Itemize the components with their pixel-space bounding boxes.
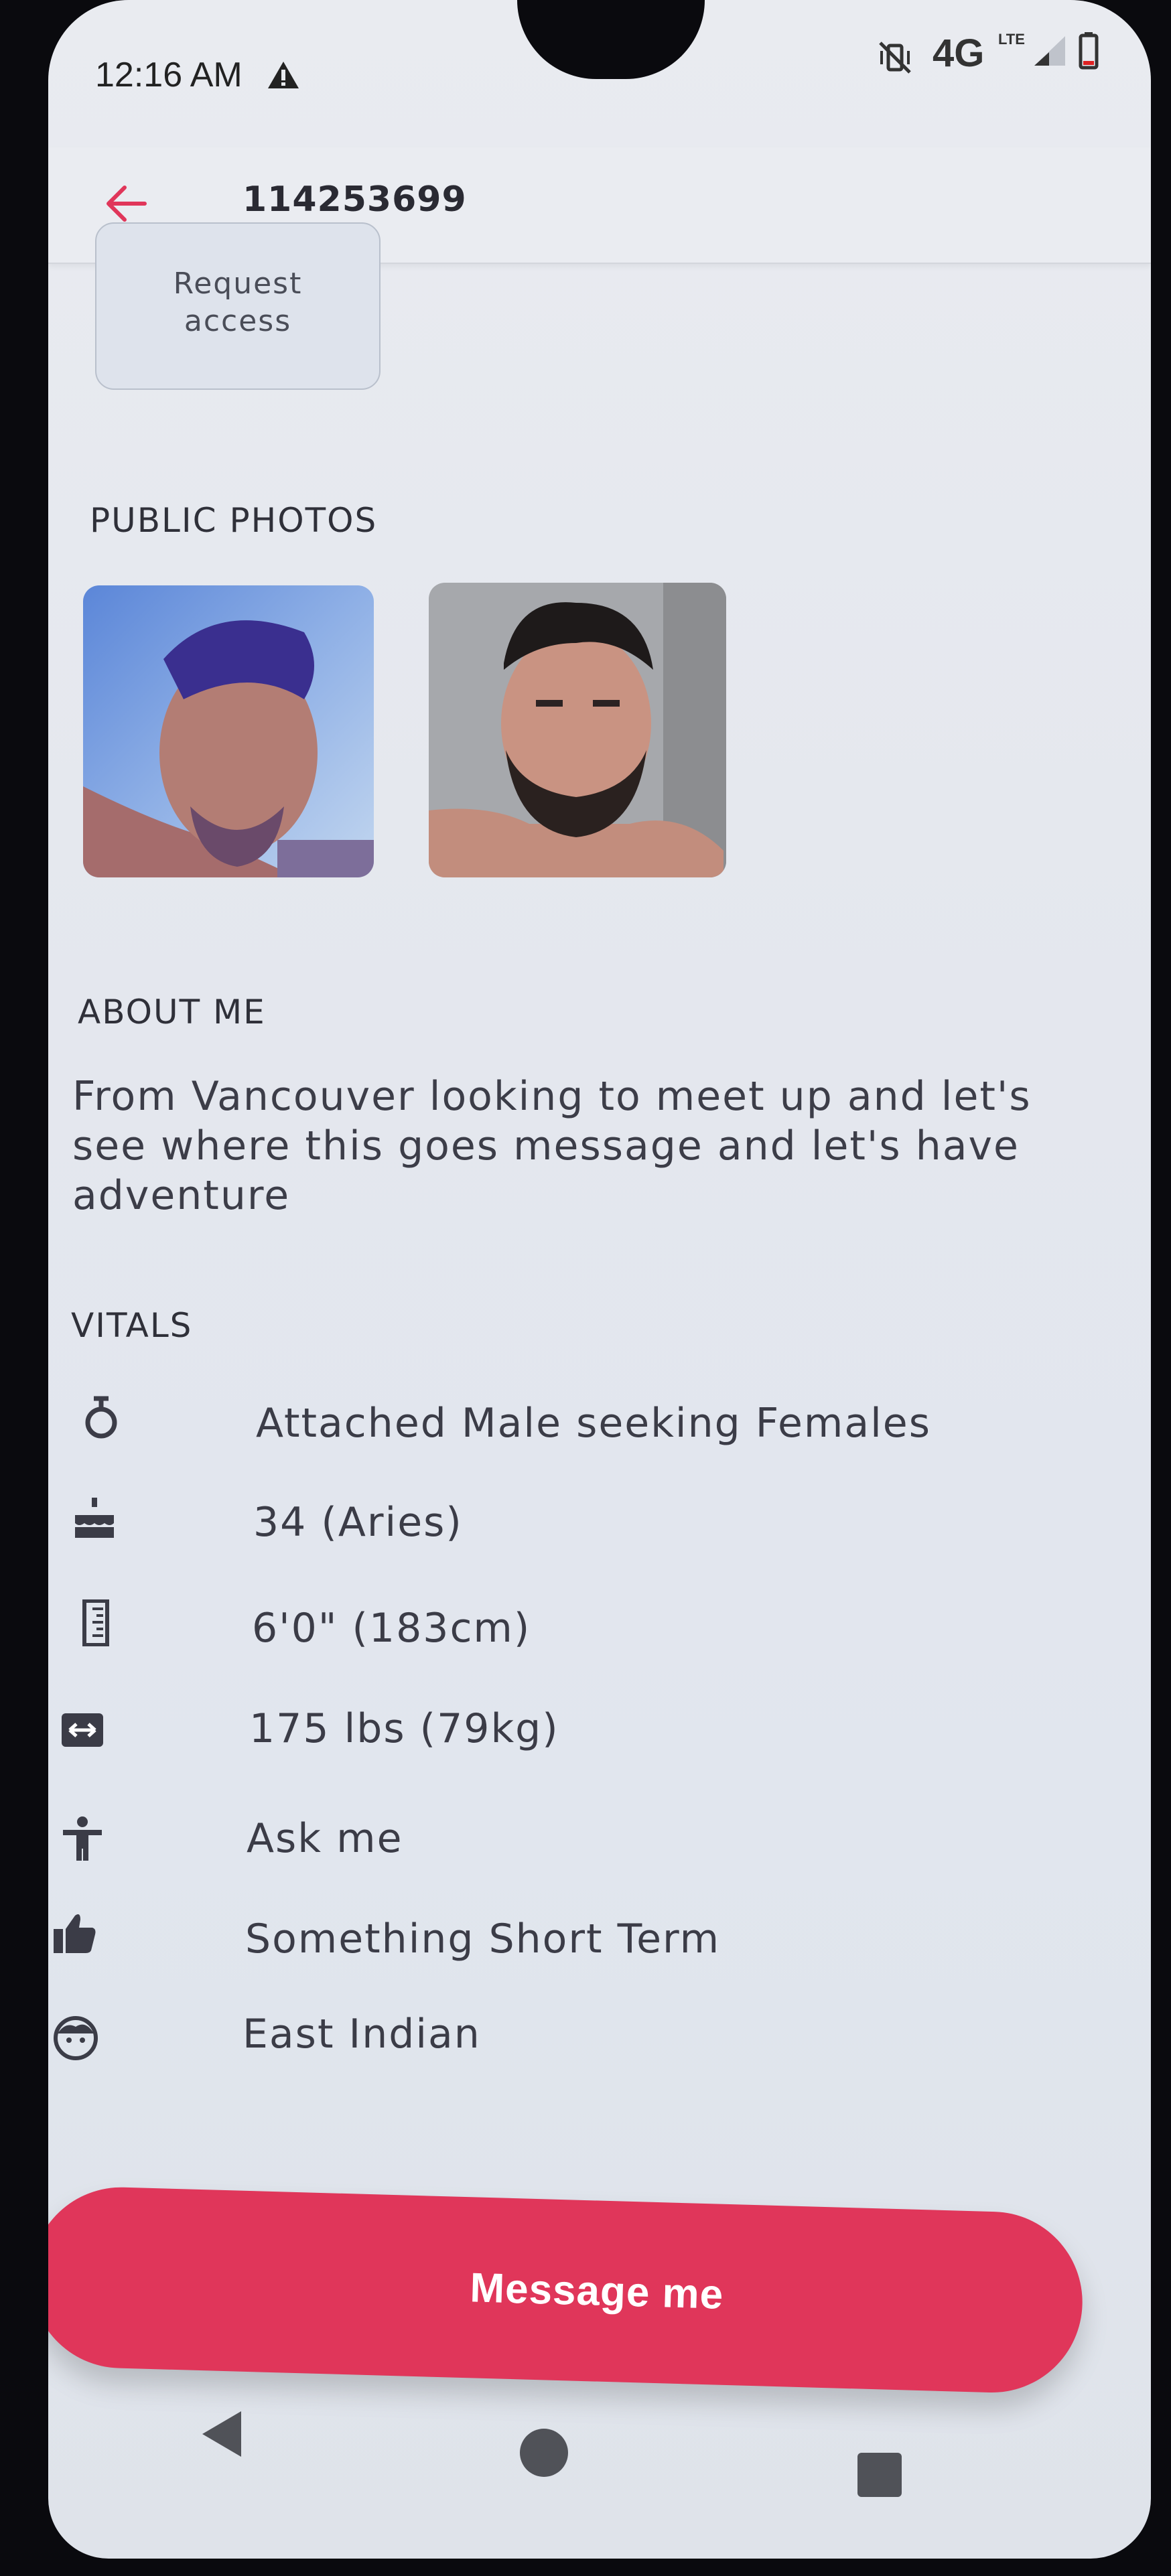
nav-home-icon[interactable] — [517, 2426, 571, 2480]
arrow-left-icon[interactable] — [102, 182, 149, 225]
vital-text: East Indian — [243, 2011, 481, 2058]
network-subtype: LTE — [998, 31, 1025, 48]
vital-row-looking-for: Something Short Term — [48, 1914, 1151, 2004]
app-screen: 12:16 AM 4G LTE 114253699 Request access… — [48, 0, 1151, 2559]
birthday-cake-icon — [75, 1498, 114, 1538]
public-photos-title: PUBLIC PHOTOS — [90, 501, 378, 540]
vital-text: 6'0" (183cm) — [252, 1605, 531, 1652]
photo-2-image — [429, 583, 726, 877]
thumbs-up-icon — [54, 1914, 96, 1953]
message-me-button[interactable]: Message me — [48, 2185, 1085, 2395]
message-me-label: Message me — [469, 2264, 725, 2318]
vital-row-ethnicity: East Indian — [48, 2011, 1151, 2104]
phone-frame: 12:16 AM 4G LTE 114253699 Request access… — [0, 0, 1171, 2576]
vital-text: Something Short Term — [245, 1916, 721, 1962]
public-photo-1[interactable] — [83, 585, 374, 877]
photo-1-image — [83, 585, 374, 877]
nav-recents-icon[interactable] — [855, 2450, 904, 2500]
gender-icon — [85, 1396, 117, 1439]
signal-icon — [1034, 36, 1065, 66]
vital-row-age: 34 (Aries) — [48, 1495, 1151, 1569]
vital-text: 34 (Aries) — [253, 1499, 463, 1546]
about-me-text: From Vancouver looking to meet up and le… — [72, 1073, 1032, 1219]
face-icon — [54, 2016, 98, 2060]
warning-icon — [268, 62, 299, 88]
vital-text: Ask me — [247, 1815, 403, 1862]
battery-icon — [1079, 32, 1099, 70]
nav-back-icon[interactable] — [194, 2406, 251, 2462]
vital-row-height: 6'0" (183cm) — [48, 1599, 1151, 1680]
vital-row-body-type: Ask me — [48, 1815, 1151, 1890]
vitals-title: VITALS — [71, 1306, 193, 1345]
vital-text: 175 lbs (79kg) — [249, 1705, 559, 1752]
about-me-title: ABOUT ME — [78, 993, 266, 1031]
ruler-icon — [82, 1599, 109, 1646]
vital-row-weight: 175 lbs (79kg) — [48, 1705, 1151, 1787]
system-nav-bar — [48, 2384, 1151, 2559]
status-bar: 12:16 AM 4G LTE — [48, 0, 1151, 147]
request-access-button[interactable]: Request access — [95, 222, 381, 390]
vital-text: Attached Male seeking Females — [256, 1400, 931, 1447]
page-title: 114253699 — [243, 180, 467, 220]
vital-row-seeking: Attached Male seeking Females — [48, 1394, 1151, 1468]
body-type-icon — [63, 1816, 102, 1861]
request-access-label: Request access — [173, 267, 303, 338]
public-photo-2[interactable] — [429, 583, 726, 877]
weight-arrows-icon — [62, 1713, 103, 1747]
vibrate-mute-icon — [879, 42, 911, 74]
status-time: 12:16 AM — [95, 56, 243, 94]
network-type: 4G — [933, 31, 985, 75]
